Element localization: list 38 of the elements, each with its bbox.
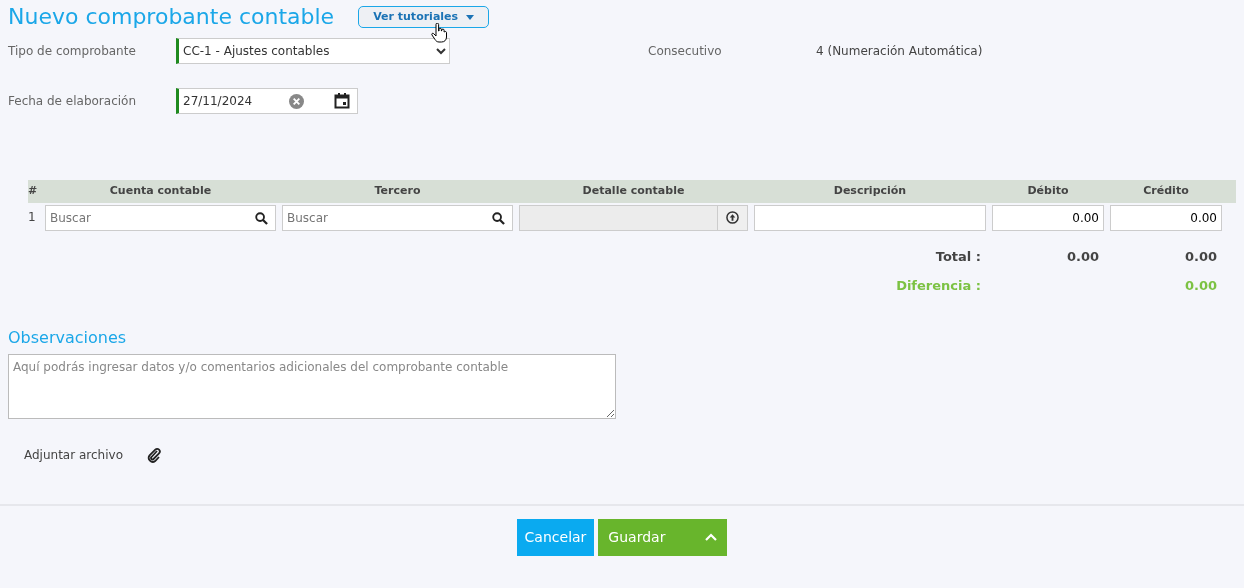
search-icon[interactable] <box>255 211 268 225</box>
consecutive-value: 4 (Numeración Automática) <box>816 43 983 61</box>
calendar-icon[interactable] <box>334 93 350 110</box>
search-icon[interactable] <box>492 211 505 225</box>
third-party-search-field[interactable]: Buscar <box>282 204 513 231</box>
column-header: Crédito <box>1107 180 1225 203</box>
section-title: Observaciones <box>8 326 128 349</box>
voucher-type-select[interactable]: CC-1 - Ajustes contables <box>176 38 450 65</box>
date-field[interactable]: 27/11/2024 <box>176 88 358 115</box>
notes-field[interactable]: Aquí podrás ingresar datos y/o comentarios adicionales del comprobante contable <box>8 353 616 419</box>
caret-icon <box>466 14 475 20</box>
account-search-field[interactable]: Buscar <box>45 204 276 231</box>
debit-field[interactable]: 0.00 <box>992 204 1104 231</box>
total-label: Total : <box>934 247 982 266</box>
total-debit: 0.00 <box>1065 247 1100 266</box>
difference-label: Diferencia : <box>895 277 982 296</box>
clear-icon[interactable] <box>289 93 304 109</box>
description-field[interactable] <box>754 204 986 231</box>
column-header: Detalle contable <box>516 180 751 203</box>
column-header: Cuenta contable <box>42 180 279 203</box>
table-header-strip <box>1225 180 1236 203</box>
row-number: 1 <box>28 208 36 226</box>
paperclip-icon[interactable] <box>147 446 161 463</box>
column-header: # <box>28 180 42 203</box>
field-label: Fecha de elaboración <box>8 93 137 111</box>
attach-label: Adjuntar archivo <box>24 446 123 464</box>
column-header: Débito <box>989 180 1107 203</box>
credit-field[interactable]: 0.00 <box>1110 204 1222 231</box>
total-credit: 0.00 <box>1183 247 1218 266</box>
column-header: Descripción <box>751 180 989 203</box>
page-title: Nuevo comprobante contable <box>8 4 335 31</box>
difference-value: 0.00 <box>1183 277 1218 296</box>
field-label: Tipo de comprobante <box>8 43 137 61</box>
upload-icon[interactable] <box>726 211 739 225</box>
chevron-up-icon[interactable] <box>705 533 718 542</box>
column-header: Tercero <box>279 180 516 203</box>
field-label: Consecutivo <box>648 43 723 61</box>
detail-field[interactable] <box>519 204 748 231</box>
